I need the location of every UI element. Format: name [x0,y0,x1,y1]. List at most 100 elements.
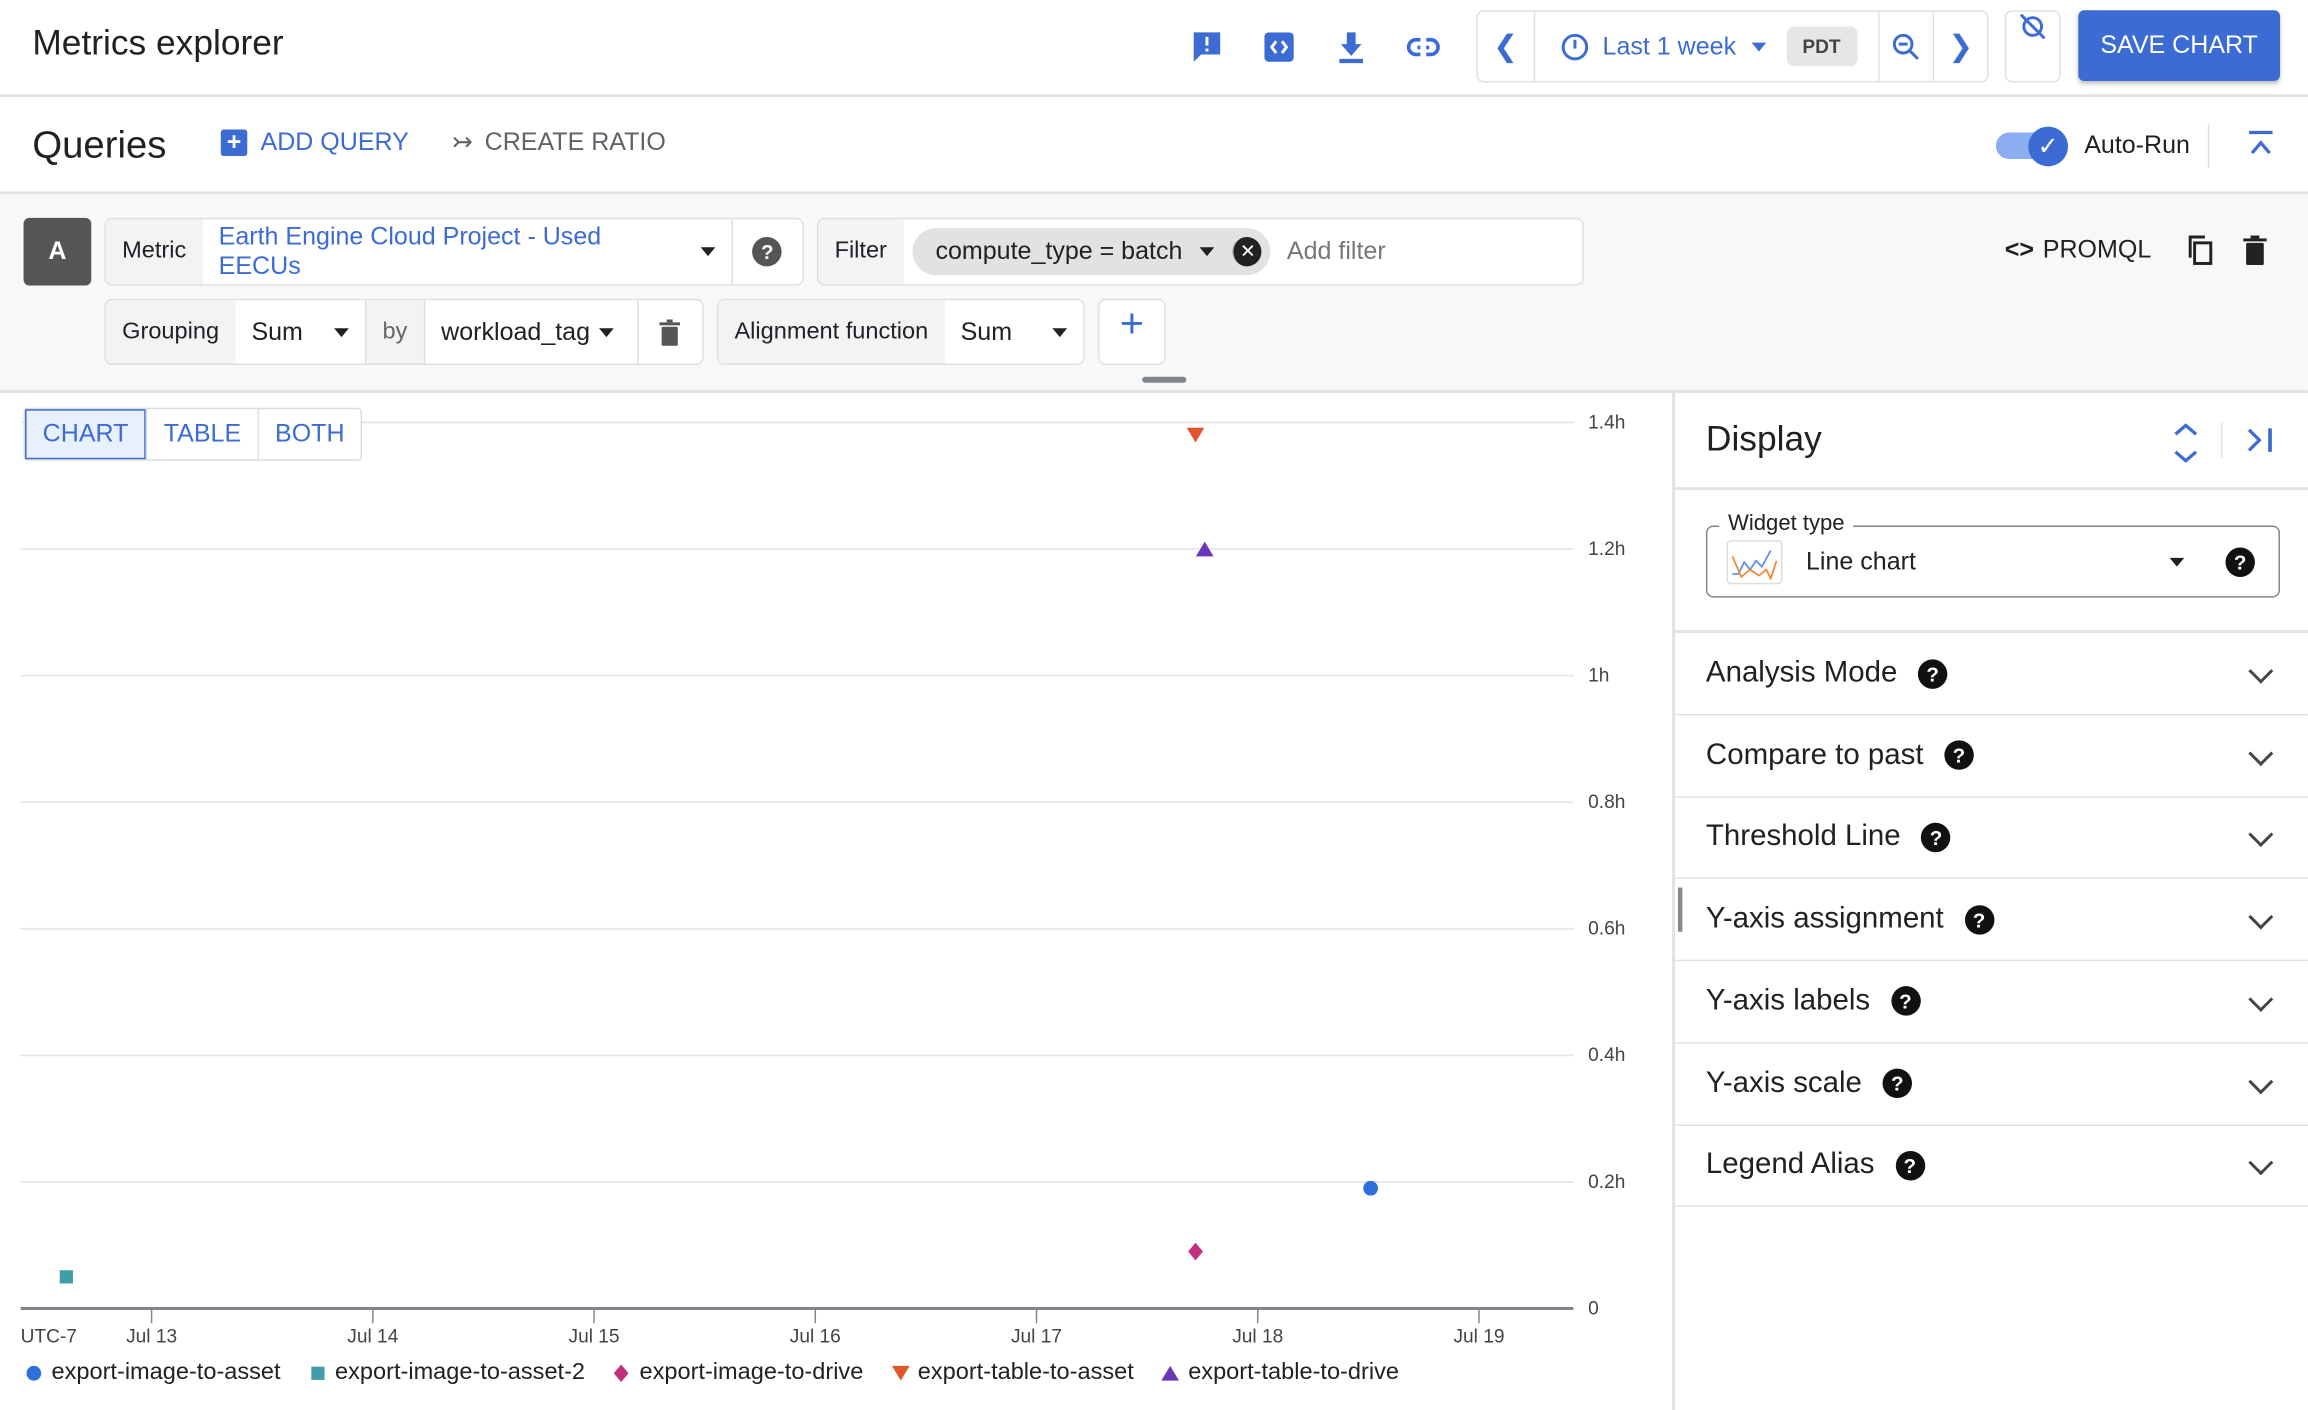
display-title: Display [1705,419,1822,460]
expand-collapse-icon[interactable] [2170,421,2202,465]
legend-marker[interactable] [891,1365,909,1381]
legend-label: export-image-to-drive [639,1360,864,1386]
auto-run-toggle[interactable]: ✓ [1995,126,2070,167]
help-icon[interactable]: ? [2225,546,2255,577]
caret-down-icon [1750,41,1766,51]
x-tick-label: Jul 19 [1453,1326,1504,1347]
chevron-down-icon [2248,740,2274,766]
x-tick-label: Jul 15 [569,1326,620,1347]
help-icon[interactable]: ? [1944,740,1974,771]
caret-down-icon [2169,557,2185,566]
copy-icon[interactable] [2184,234,2216,266]
display-section-y-axis-scale[interactable]: Y-axis scale? [1675,1043,2308,1126]
x-tick-label: Jul 13 [126,1326,177,1347]
delete-query-icon[interactable] [2239,234,2271,266]
divider [1675,487,2308,491]
collapse-panel-icon[interactable] [2243,424,2275,456]
tab-table[interactable]: TABLE [146,409,257,460]
timezone-label: UTC-7 [21,1326,77,1347]
y-tick-label: 0.8h [1588,792,1625,813]
widget-type-value: Line chart [1806,546,1916,575]
legend-marker-icon [310,1366,325,1380]
help-icon[interactable]: ? [1921,822,1951,853]
section-label: Legend Alias [1705,1148,1875,1181]
y-tick-label: 1.2h [1588,539,1625,560]
help-icon[interactable]: ? [1917,658,1948,689]
legend-marker[interactable] [1161,1365,1180,1381]
x-tick-label: Jul 16 [790,1326,841,1347]
chevron-down-icon [2248,1150,2274,1176]
legend-label: export-table-to-drive [1188,1360,1399,1386]
metrics-explorer: Metrics explorer ❮ Last 1 week PDT ❯ SAV… [0,0,2308,1410]
help-icon[interactable]: ? [1895,1150,1925,1181]
legend-label: export-image-to-asset-2 [335,1360,586,1386]
y-tick-label: 1.4h [1588,412,1625,433]
y-tick-label: 0.6h [1588,919,1625,940]
legend-marker-icon [891,1365,909,1381]
legend-marker-icon [614,1364,630,1383]
code-icon: <> [2004,235,2034,264]
legend-marker-icon [26,1365,42,1381]
display-section-y-axis-labels[interactable]: Y-axis labels? [1675,961,2308,1044]
legend-marker[interactable] [614,1364,630,1383]
display-section-compare-to-past[interactable]: Compare to past? [1675,715,2308,798]
chevron-down-icon [2248,904,2274,930]
section-label: Analysis Mode [1705,656,1898,689]
save-chart-button[interactable]: SAVE CHART [2078,10,2280,81]
widget-type-select[interactable]: Widget type Line chart ? [1705,510,2280,598]
auto-refresh-off-icon[interactable] [2004,10,2061,83]
data-point-export-image-to-asset[interactable] [1363,1180,1379,1196]
display-section-legend-alias[interactable]: Legend Alias? [1675,1125,2308,1208]
zoom-out-icon[interactable] [1878,11,1933,81]
chevron-down-icon [2248,658,2274,684]
promql-label: PROMQL [2042,235,2152,264]
tab-chart[interactable]: CHART [25,409,147,460]
legend-item[interactable]: export-table-to-asset [890,1360,1134,1386]
section-label: Y-axis labels [1705,984,1871,1017]
x-tick-label: Jul 14 [347,1326,398,1347]
x-tick-label: Jul 18 [1232,1326,1283,1347]
tab-both[interactable]: BOTH [257,409,360,460]
display-section-y-axis-assignment[interactable]: Y-axis assignment? [1675,879,2308,962]
help-icon[interactable]: ? [1964,904,1994,935]
data-point-export-image-to-drive[interactable] [1188,1242,1203,1261]
legend-marker-icon [1161,1365,1180,1381]
line-chart-icon [1726,539,1783,584]
help-icon[interactable]: ? [1882,1068,1912,1099]
legend-label: export-table-to-asset [917,1360,1134,1386]
divider [2207,123,2210,168]
help-icon[interactable]: ? [1890,986,1921,1017]
auto-run-label: Auto-Run [2084,130,2190,159]
legend-marker[interactable] [26,1365,42,1381]
collapse-icon[interactable] [2243,127,2278,162]
y-tick-label: 0 [1588,1298,1599,1319]
chevron-right-icon[interactable]: ❯ [1932,11,1987,81]
y-tick-label: 1h [1588,665,1609,686]
legend-marker[interactable] [310,1366,325,1380]
data-point-export-image-to-asset-2[interactable] [59,1270,73,1284]
promql-button[interactable]: <> PROMQL [2005,236,2152,265]
legend-item[interactable]: export-table-to-drive [1160,1360,1399,1386]
section-label: Threshold Line [1705,820,1901,853]
y-tick-label: 0.2h [1588,1172,1625,1193]
chevron-down-icon [2248,1068,2274,1094]
display-section-threshold-line[interactable]: Threshold Line? [1675,797,2308,880]
legend: export-image-to-asset export-image-to-ass… [24,1360,1426,1386]
y-tick-label: 0.4h [1588,1045,1625,1066]
data-point-export-table-to-asset[interactable] [1186,427,1205,443]
section-label: Y-axis assignment [1705,902,1944,935]
view-tabs: CHART TABLE BOTH [23,407,363,461]
widget-type-label: Widget type [1719,510,1854,536]
divider [2221,422,2223,458]
display-section-analysis-mode[interactable]: Analysis Mode? [1675,633,2308,716]
section-label: Y-axis scale [1705,1066,1862,1099]
x-tick-label: Jul 17 [1011,1326,1062,1347]
chevron-down-icon [2248,986,2274,1012]
legend-item[interactable]: export-image-to-drive [612,1360,864,1386]
legend-item[interactable]: export-image-to-asset [24,1360,281,1386]
check-icon: ✓ [2028,126,2069,167]
section-label: Compare to past [1705,738,1924,771]
timezone-chip[interactable]: PDT [1786,26,1857,67]
legend-item[interactable]: export-image-to-asset-2 [307,1360,585,1386]
chart: 0 0.2h 0.4h 0.6h 0.8h 1h 1.2h 1.4h Jul 13 Jul 14 J… [20,412,1625,1347]
